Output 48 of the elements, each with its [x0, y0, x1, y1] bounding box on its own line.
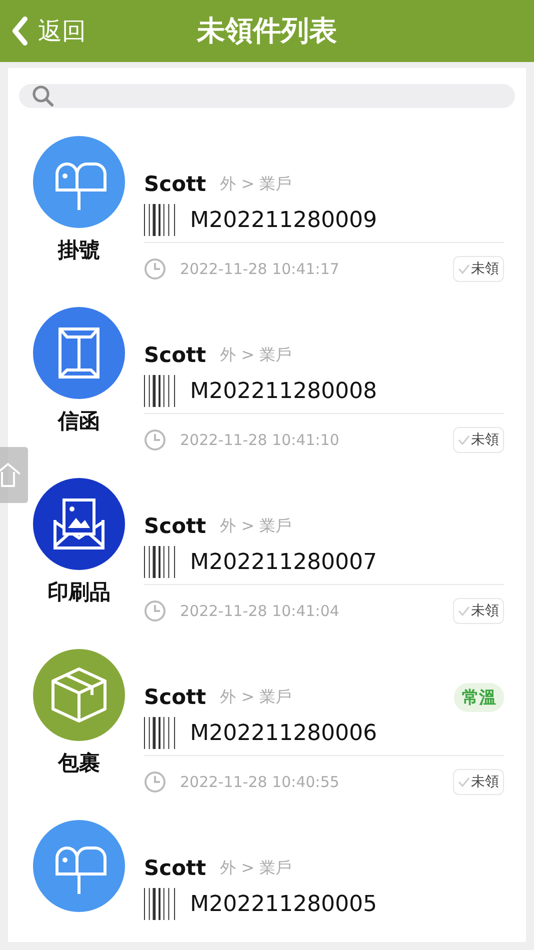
tracking-number: M202211280006 [190, 720, 377, 746]
clock-icon [144, 258, 166, 280]
recipient-name: Scott [144, 343, 206, 367]
clock-icon [144, 429, 166, 451]
barcode-icon [144, 717, 176, 749]
recipient-name: Scott [144, 685, 206, 709]
check-icon [458, 434, 470, 446]
status-badge: 未領 [453, 598, 504, 624]
tracking-number: M202211280009 [190, 208, 377, 232]
recipient-name: Scott [144, 514, 206, 538]
route-text: 外 > 業戶 [220, 174, 292, 194]
timestamp: 2022-11-28 10:41:10 [180, 431, 340, 449]
check-icon [458, 263, 470, 275]
barcode-icon [144, 888, 176, 920]
page-title: 未領件列表 [197, 14, 337, 47]
recipient-name: Scott [144, 856, 206, 880]
route-text: 外 > 業戶 [220, 858, 292, 878]
tracking-number: M202211280008 [190, 378, 377, 404]
status-badge: 未領 [453, 769, 504, 795]
route-text: 外 > 業戶 [220, 344, 292, 366]
barcode-icon [144, 204, 176, 236]
route-text: 外 > 業戶 [220, 516, 292, 536]
search-icon [31, 84, 55, 108]
temperature-tag: 常溫 [454, 682, 504, 712]
barcode-icon [144, 375, 176, 407]
box-icon [49, 665, 109, 725]
tracking-number: M202211280005 [190, 892, 377, 916]
check-icon [458, 776, 470, 788]
search-field[interactable] [19, 84, 515, 108]
timestamp: 2022-11-28 10:41:04 [180, 602, 340, 620]
home-button[interactable] [0, 447, 28, 503]
timestamp: 2022-11-28 10:40:55 [180, 773, 340, 791]
item-type-label: 信函 [58, 408, 100, 435]
clock-icon [144, 600, 166, 622]
barcode-icon [144, 546, 176, 578]
home-icon [0, 462, 20, 488]
status-badge: 未領 [453, 256, 504, 282]
clock-icon [144, 771, 166, 793]
back-button[interactable]: 返回 [0, 15, 86, 47]
check-icon [458, 605, 470, 617]
item-type-label: 包裹 [58, 750, 100, 777]
item-type-label: 印刷品 [48, 579, 110, 606]
timestamp: 2022-11-28 10:41:17 [180, 260, 340, 278]
status-badge: 未領 [453, 427, 504, 453]
tracking-number: M202211280007 [190, 550, 377, 574]
recipient-name: Scott [144, 172, 206, 196]
item-type-label: 掛號 [58, 237, 100, 264]
route-text: 外 > 業戶 [220, 686, 292, 708]
